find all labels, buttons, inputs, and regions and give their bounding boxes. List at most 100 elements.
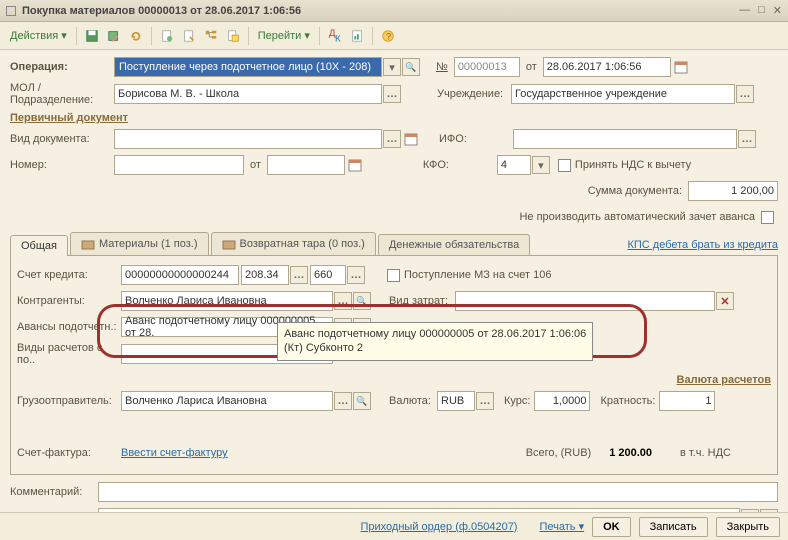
credit-acc3[interactable]: 660 [310, 265, 346, 285]
title-bar: Покупка материалов 00000013 от 28.06.201… [0, 0, 788, 22]
currency-header: Валюта расчетов [17, 374, 771, 386]
docnum-ot: от [250, 159, 261, 171]
tool-doc2-icon[interactable] [179, 26, 199, 46]
goto-menu[interactable]: Перейти ▾ [254, 29, 314, 42]
save-button[interactable]: Записать [639, 517, 708, 537]
vidr-label: Виды расчетов с по.. [17, 342, 121, 366]
tool-debit-icon[interactable]: ДК [325, 26, 345, 46]
kontr-label: Контрагенты: [17, 295, 121, 307]
vsego-value: 1 200.00 [609, 447, 652, 459]
gruz-input[interactable]: Волченко Лариса Ивановна [121, 391, 333, 411]
tool-help-icon[interactable]: ? [378, 26, 398, 46]
valuta-input[interactable]: RUB [437, 391, 475, 411]
vsego-label: Всего, (RUB) [526, 447, 592, 459]
kontr-search-icon[interactable] [353, 292, 371, 310]
doctype-label: Вид документа: [10, 133, 114, 145]
docdate-cal-icon[interactable] [345, 155, 365, 175]
tab-general[interactable]: Общая [10, 235, 68, 256]
print-menu[interactable]: Печать ▾ [539, 520, 584, 533]
credit-acc2[interactable]: 208.34 [241, 265, 289, 285]
number-input[interactable]: 00000013 [454, 57, 520, 77]
krat-input[interactable]: 1 [659, 391, 715, 411]
ifo-input[interactable] [513, 129, 737, 149]
doctype-cal-icon[interactable] [401, 129, 421, 149]
nds-label: в т.ч. НДС [680, 447, 731, 459]
maximize-icon[interactable]: □ [758, 4, 765, 17]
uchr-input[interactable]: Государственное учреждение [511, 84, 735, 104]
operation-dropdown[interactable] [383, 58, 401, 76]
ifo-select-button[interactable] [738, 130, 756, 148]
vidz-input[interactable] [455, 291, 715, 311]
doctype-input[interactable] [114, 129, 382, 149]
kfo-label: КФО: [423, 159, 497, 171]
docnum-label: Номер: [10, 159, 114, 171]
tool-post-icon[interactable] [104, 26, 124, 46]
kurs-input[interactable]: 1,0000 [534, 391, 590, 411]
avans-checkbox[interactable] [761, 211, 774, 224]
date-input[interactable]: 28.06.2017 1:06:56 [543, 57, 671, 77]
tool-link-icon[interactable] [223, 26, 243, 46]
ifo-label: ИФО: [439, 133, 513, 145]
footer-bar: Приходный ордер (ф.0504207) Печать ▾ OK … [0, 512, 788, 540]
close-icon[interactable]: ✕ [773, 4, 782, 17]
uchr-select-button[interactable] [736, 85, 754, 103]
tab-tara[interactable]: Возвратная тара (0 поз.) [211, 232, 376, 255]
kontr-btn[interactable] [334, 292, 352, 310]
tab-content: Счет кредита: 00000000000000244 208.34 6… [10, 256, 778, 475]
mol-select-button[interactable] [383, 85, 401, 103]
docdate-input[interactable] [267, 155, 345, 175]
nds-checkbox[interactable] [558, 159, 571, 172]
tool-report-icon[interactable] [347, 26, 367, 46]
tool-save-icon[interactable] [82, 26, 102, 46]
doctype-select-button[interactable] [383, 130, 401, 148]
uchr-label: Учреждение: [437, 88, 511, 100]
kfo-input[interactable]: 4 [497, 155, 531, 175]
sum-input[interactable]: 1 200,00 [688, 181, 778, 201]
vidz-clear-button[interactable]: ✕ [716, 292, 734, 310]
avans-chk-label: Не производить автоматический зачет аван… [519, 211, 755, 223]
tool-tree-icon[interactable] [201, 26, 221, 46]
vidz-label: Вид затрат: [389, 295, 455, 307]
calendar-icon[interactable] [671, 57, 691, 77]
kfo-dropdown[interactable] [532, 156, 550, 174]
operation-value[interactable]: Поступление через подотчетное лицо (10Х … [115, 61, 381, 73]
credit-acc1[interactable]: 00000000000000244 [121, 265, 239, 285]
comment-input[interactable] [98, 482, 778, 502]
tooltip: Аванс подотчетному лицу 000000005 от 28.… [277, 322, 593, 361]
close-button[interactable]: Закрыть [716, 517, 780, 537]
valuta-label: Валюта: [389, 395, 437, 407]
ok-button[interactable]: OK [592, 517, 631, 537]
credit-acc3-btn[interactable] [347, 266, 365, 284]
gruz-search-icon[interactable] [353, 392, 371, 410]
valuta-btn[interactable] [476, 392, 494, 410]
date-from-label: от [526, 61, 537, 73]
tab-obligations[interactable]: Денежные обязательства [378, 234, 530, 255]
order-link[interactable]: Приходный ордер (ф.0504207) [361, 521, 518, 533]
avans-label: Авансы подотчетн.: [17, 321, 121, 333]
window-title: Покупка материалов 00000013 от 28.06.201… [22, 5, 739, 17]
tab-bar: Общая Материалы (1 поз.) Возвратная тара… [10, 232, 778, 256]
operation-search-icon[interactable] [402, 58, 420, 76]
svg-text:К: К [335, 33, 341, 43]
svg-text:?: ? [386, 31, 391, 42]
primary-doc-header: Первичный документ [10, 112, 778, 124]
tool-doc1-icon[interactable] [157, 26, 177, 46]
app-icon [6, 6, 16, 16]
credit-acc-label: Счет кредита: [17, 269, 121, 281]
tool-refresh-icon[interactable] [126, 26, 146, 46]
kps-link[interactable]: КПС дебета брать из кредита [627, 239, 778, 251]
sf-link[interactable]: Ввести счет-фактуру [121, 447, 228, 459]
post-106-checkbox[interactable] [387, 269, 400, 282]
minimize-icon[interactable]: — [739, 4, 750, 17]
tab-materials[interactable]: Материалы (1 поз.) [70, 232, 209, 255]
mol-input[interactable]: Борисова М. В. - Школа [114, 84, 382, 104]
actions-menu[interactable]: Действия ▾ [6, 29, 71, 42]
sf-label: Счет-фактура: [17, 447, 121, 459]
operation-label: Операция: [10, 61, 114, 73]
gruz-label: Грузоотправитель: [17, 395, 121, 407]
kontr-input[interactable]: Волченко Лариса Ивановна [121, 291, 333, 311]
gruz-btn[interactable] [334, 392, 352, 410]
docnum-input[interactable] [114, 155, 244, 175]
krat-label: Кратность: [600, 395, 655, 407]
credit-acc2-btn[interactable] [290, 266, 308, 284]
